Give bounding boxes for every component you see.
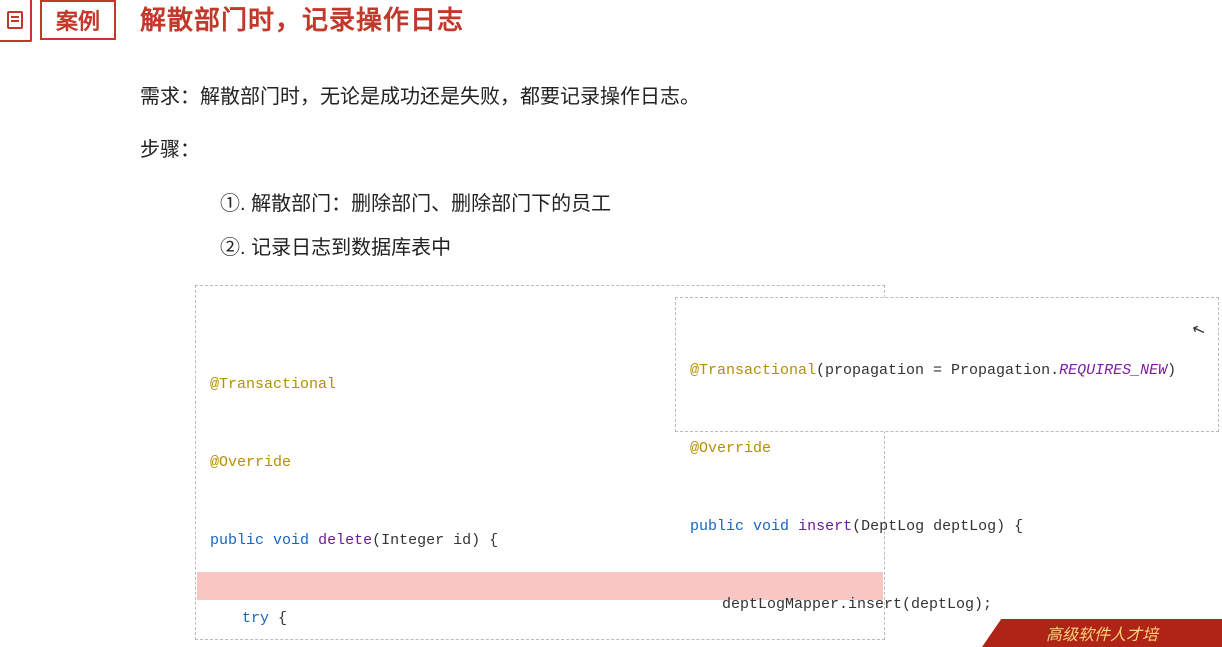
code-text: )	[1167, 362, 1176, 379]
tag-label: 案例	[40, 0, 116, 40]
code-text: {	[269, 610, 287, 627]
tag-icon	[0, 0, 32, 42]
slide-page: 案例 解散部门时，记录操作日志 需求：解散部门时，无论是成功还是失败，都要记录操…	[0, 0, 1222, 647]
code-text: REQUIRES_NEW	[1059, 362, 1167, 379]
requirement-text: 需求：解散部门时，无论是成功还是失败，都要记录操作日志。	[140, 80, 1200, 109]
code-text: (propagation = Propagation.	[816, 362, 1059, 379]
code-text: @Transactional	[690, 362, 816, 379]
steps-label: 步骤：	[140, 133, 1200, 162]
code-text: deptLogMapper.insert(deptLog);	[722, 596, 992, 613]
code-text: try	[242, 610, 269, 627]
code-text: @Override	[210, 454, 291, 471]
slide-title: 解散部门时，记录操作日志	[140, 0, 464, 37]
code-text: @Override	[690, 440, 771, 457]
code-text: public	[210, 532, 264, 549]
code-text: delete	[318, 532, 372, 549]
steps-list: ①. 解散部门：删除部门、删除部门下的员工 ②. 记录日志到数据库表中	[220, 182, 1200, 270]
code-text: void	[753, 518, 789, 535]
step-1: ①. 解散部门：删除部门、删除部门下的员工	[220, 182, 1200, 226]
tag-box: 案例	[0, 0, 116, 40]
code-text: (Integer id) {	[372, 532, 498, 549]
code-text: @Transactional	[210, 376, 336, 393]
code-text: insert	[798, 518, 852, 535]
code-text: (DeptLog deptLog) {	[852, 518, 1023, 535]
step-2: ②. 记录日志到数据库表中	[220, 226, 1200, 270]
code-text: public	[690, 518, 744, 535]
code-box-insert: @Transactional(propagation = Propagation…	[675, 297, 1219, 432]
code-text: void	[273, 532, 309, 549]
corner-banner: 高级软件人才培	[982, 619, 1222, 647]
slide-body: 需求：解散部门时，无论是成功还是失败，都要记录操作日志。 步骤： ①. 解散部门…	[140, 80, 1200, 270]
